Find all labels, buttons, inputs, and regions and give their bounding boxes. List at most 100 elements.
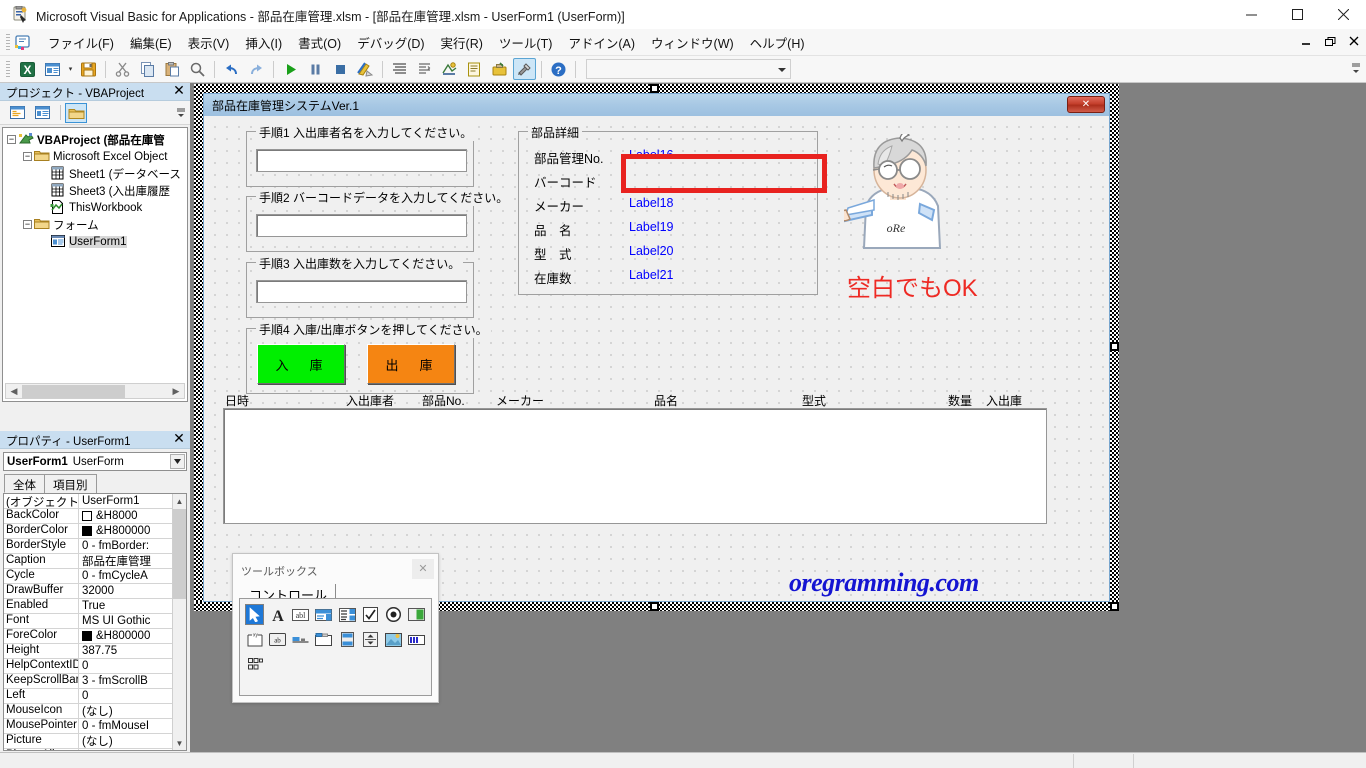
property-value[interactable]: 2 - fmPicture <box>79 749 186 750</box>
project-toolbar-overflow-icon[interactable] <box>174 103 188 123</box>
expander-icon[interactable]: − <box>23 220 32 229</box>
save-icon[interactable] <box>77 58 100 80</box>
redo-icon[interactable] <box>245 58 268 80</box>
menu-debug[interactable]: デバッグ(D) <box>349 29 432 56</box>
property-row[interactable]: PictureAlignme 2 - fmPicture <box>4 749 186 750</box>
multipage-icon[interactable] <box>314 629 333 650</box>
tab-categorized[interactable]: 項目別 <box>44 474 97 493</box>
property-row[interactable]: Font MS UI Gothic <box>4 614 186 629</box>
property-value[interactable]: 387.75 <box>79 644 186 658</box>
property-value[interactable]: (なし) <box>79 704 186 718</box>
property-row[interactable]: HelpContextID 0 <box>4 659 186 674</box>
object-browser-icon[interactable] <box>438 58 461 80</box>
document-close-button[interactable] <box>1346 32 1362 50</box>
scroll-thumb[interactable] <box>22 384 125 398</box>
userform-canvas[interactable]: 手順1 入出庫者名を入力してください。 手順2 バーコードデータを入力してくださ… <box>204 116 1109 601</box>
menu-view[interactable]: 表示(V) <box>180 29 238 56</box>
input-barcode-data[interactable] <box>256 214 467 237</box>
resize-handle-top[interactable] <box>650 84 659 93</box>
history-listbox[interactable] <box>223 408 1047 524</box>
property-value[interactable]: 部品在庫管理 <box>79 554 186 568</box>
toolbar-overflow-icon[interactable] <box>1350 58 1362 80</box>
tabstrip-icon[interactable] <box>291 629 310 650</box>
property-row[interactable]: BackColor &H8000 <box>4 509 186 524</box>
tree-node-excel-objects[interactable]: − Microsoft Excel Object <box>3 148 187 165</box>
property-value[interactable]: 0 - fmBorder: <box>79 539 186 553</box>
insert-userform-icon[interactable] <box>41 58 64 80</box>
more-controls-icon[interactable] <box>245 654 267 675</box>
run-icon[interactable] <box>279 58 302 80</box>
property-value[interactable]: 3 - fmScrollB <box>79 674 186 688</box>
property-row[interactable]: DrawBuffer 32000 <box>4 584 186 599</box>
image-icon[interactable] <box>384 629 403 650</box>
property-value[interactable]: True <box>79 599 186 613</box>
menu-file[interactable]: ファイル(F) <box>40 29 122 56</box>
button-stock-in[interactable]: 入 庫 <box>257 344 345 384</box>
immediate-window-icon[interactable] <box>463 58 486 80</box>
cut-icon[interactable] <box>111 58 134 80</box>
design-mode-icon[interactable] <box>354 58 377 80</box>
listbox-icon[interactable] <box>338 604 357 625</box>
tree-node-thisworkbook[interactable]: ThisWorkbook <box>3 199 187 216</box>
property-value[interactable]: &H8000 <box>79 509 186 523</box>
property-value[interactable]: 0 - fmCycleA <box>79 569 186 583</box>
scroll-down-icon[interactable]: ▼ <box>173 736 186 750</box>
project-explorer-icon[interactable] <box>388 58 411 80</box>
property-row[interactable]: (オブジェクト名) UserForm1 <box>4 494 186 509</box>
scroll-up-icon[interactable]: ▲ <box>173 494 186 508</box>
optionbutton-icon[interactable] <box>384 604 403 625</box>
value-item-name[interactable]: Label19 <box>629 220 674 234</box>
tree-node-sheet1[interactable]: Sheet1 (データベース <box>3 165 187 182</box>
insert-dropdown-icon[interactable]: ▾ <box>65 58 76 80</box>
property-row[interactable]: Height 387.75 <box>4 644 186 659</box>
property-value[interactable]: 0 - fmMouseI <box>79 719 186 733</box>
property-row[interactable]: BorderColor &H800000 <box>4 524 186 539</box>
scrollbar-icon[interactable] <box>338 629 357 650</box>
commandbutton-icon[interactable]: ab <box>268 629 287 650</box>
checkbox-icon[interactable] <box>361 604 380 625</box>
document-restore-button[interactable] <box>1322 32 1338 50</box>
value-stock[interactable]: Label21 <box>629 268 674 282</box>
property-row[interactable]: Picture (なし) <box>4 734 186 749</box>
tree-node-forms-folder[interactable]: − フォーム <box>3 216 187 233</box>
property-row[interactable]: Cycle 0 - fmCycleA <box>4 569 186 584</box>
project-tree-hscrollbar[interactable]: ◀ ▶ <box>5 383 185 399</box>
menu-edit[interactable]: 編集(E) <box>122 29 180 56</box>
togglebutton-icon[interactable] <box>407 604 426 625</box>
minimize-button[interactable] <box>1228 0 1274 29</box>
maximize-button[interactable] <box>1274 0 1320 29</box>
menu-format[interactable]: 書式(O) <box>290 29 349 56</box>
toggle-folders-icon[interactable] <box>65 102 87 123</box>
view-object-icon[interactable] <box>31 103 53 123</box>
input-quantity[interactable] <box>256 280 467 303</box>
property-row[interactable]: BorderStyle 0 - fmBorder: <box>4 539 186 554</box>
userform-close-button[interactable]: ✕ <box>1067 96 1105 113</box>
project-tree[interactable]: − VBAProject (部品在庫管 − Microsoft Excel Ob… <box>2 127 188 402</box>
chevron-down-icon[interactable] <box>170 454 185 469</box>
property-value[interactable]: 0 <box>79 689 186 703</box>
property-row[interactable]: Caption 部品在庫管理 <box>4 554 186 569</box>
property-row[interactable]: MousePointer 0 - fmMouseI <box>4 719 186 734</box>
input-operator-name[interactable] <box>256 149 467 172</box>
properties-window-icon[interactable] <box>413 58 436 80</box>
property-value[interactable]: (なし) <box>79 734 186 748</box>
toolbox-icon2[interactable] <box>488 58 511 80</box>
reset-icon[interactable] <box>329 58 352 80</box>
project-explorer-close-button[interactable]: ✕ <box>172 83 186 99</box>
tree-node-userform1[interactable]: UserForm1 <box>3 233 187 250</box>
button-stock-out[interactable]: 出 庫 <box>367 344 455 384</box>
select-objects-icon[interactable] <box>245 604 265 625</box>
property-value[interactable]: UserForm1 <box>79 494 186 508</box>
view-code-icon[interactable] <box>6 103 28 123</box>
property-row[interactable]: Enabled True <box>4 599 186 614</box>
scroll-thumb[interactable] <box>173 509 186 599</box>
properties-grid[interactable]: (オブジェクト名) UserForm1 BackColor &H8000 Bor… <box>3 493 187 751</box>
frame-icon[interactable]: xy <box>245 629 264 650</box>
document-minimize-button[interactable] <box>1298 32 1314 50</box>
property-value[interactable]: MS UI Gothic <box>79 614 186 628</box>
paste-icon[interactable] <box>161 58 184 80</box>
help-icon[interactable]: ? <box>547 58 570 80</box>
resize-handle-right[interactable] <box>1110 342 1119 351</box>
menu-window[interactable]: ウィンドウ(W) <box>643 29 742 56</box>
resize-handle-bottom[interactable] <box>650 602 659 611</box>
